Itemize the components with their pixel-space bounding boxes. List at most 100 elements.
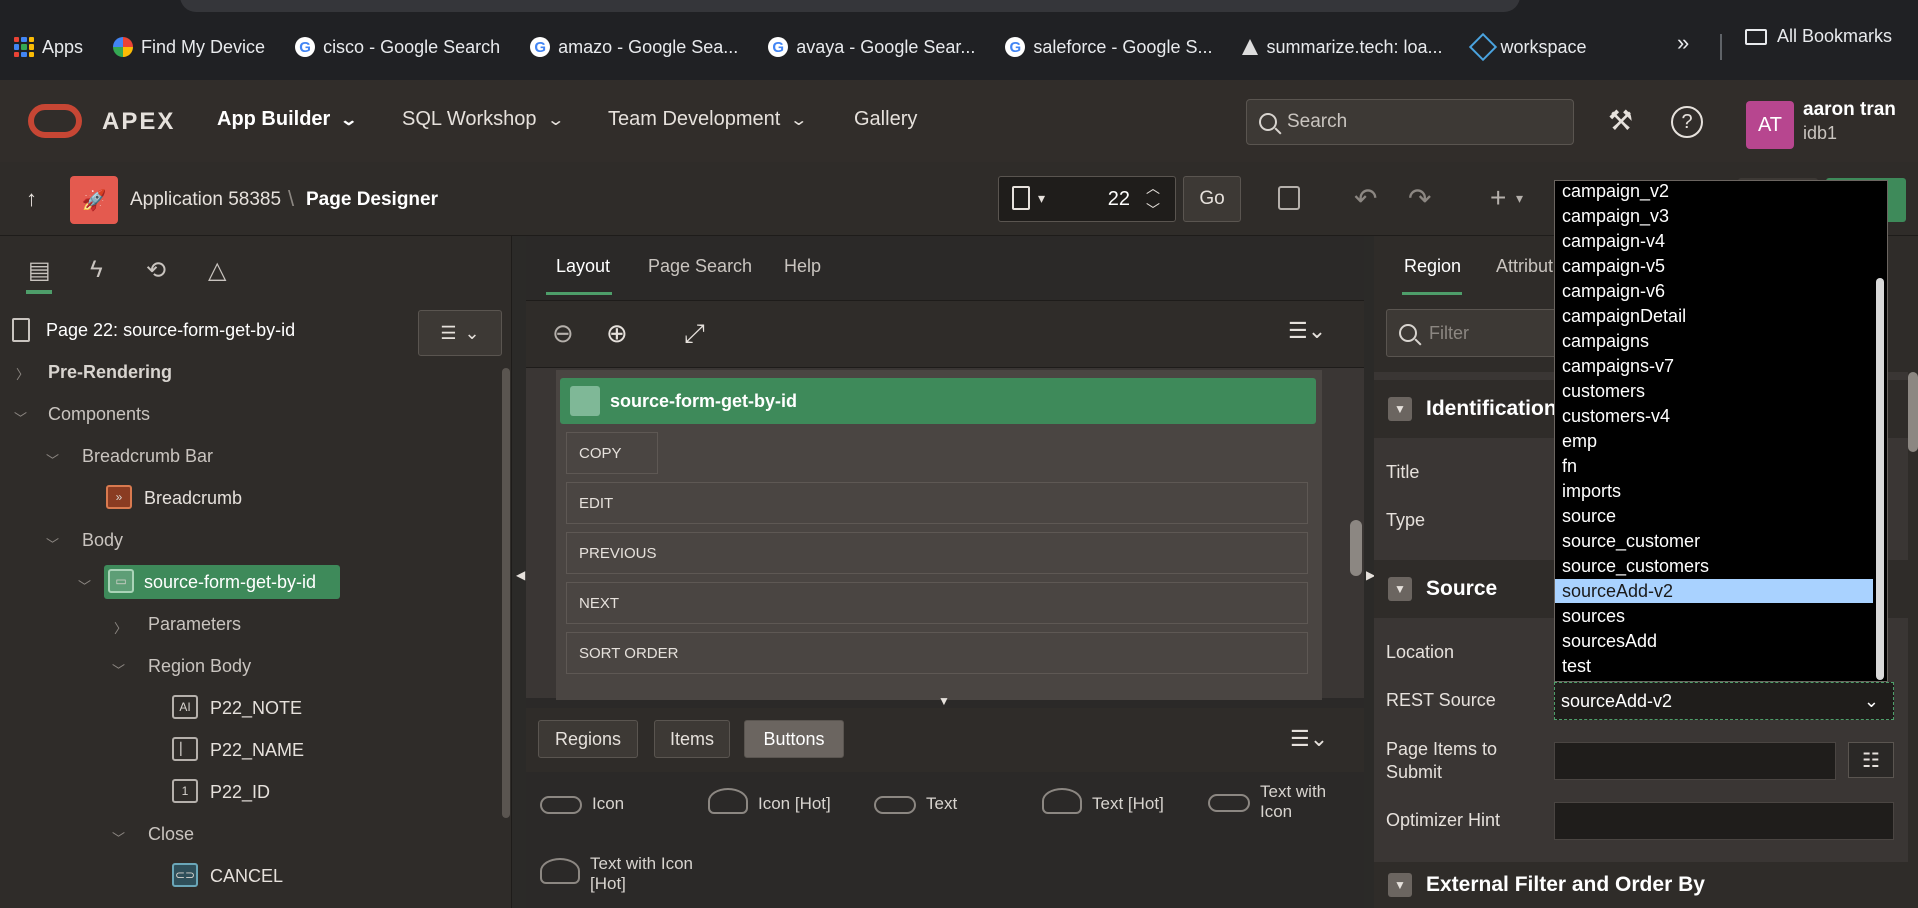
nav-gallery[interactable]: Gallery	[854, 108, 917, 131]
tree-item-p22-note[interactable]: P22_NOTE	[210, 698, 302, 719]
tab-page-search[interactable]: Page Search	[648, 256, 752, 277]
url-bar[interactable]	[180, 0, 1520, 12]
page-icon[interactable]	[1012, 186, 1030, 210]
dropdown-option[interactable]: sourceAdd-v2	[1555, 579, 1873, 603]
dropdown-option[interactable]: source_customer	[1555, 529, 1873, 553]
dropdown-option[interactable]: source	[1555, 504, 1873, 528]
canvas-button-next[interactable]: NEXT	[566, 582, 1308, 624]
dropdown-option[interactable]: customers	[1555, 379, 1873, 403]
tree-close[interactable]: Close	[148, 824, 194, 845]
gallery-item-icon-hot[interactable]: Icon [Hot]	[708, 788, 831, 814]
section-external-filter[interactable]: ▼ External Filter and Order By	[1374, 862, 1908, 908]
dropdown-option[interactable]: emp	[1555, 429, 1873, 453]
expand-icon[interactable]: ⤢	[684, 318, 705, 350]
help-icon[interactable]: ?	[1671, 106, 1703, 138]
canvas-button-copy[interactable]: COPY	[566, 432, 658, 474]
canvas-button-edit[interactable]: EDIT	[566, 482, 1308, 524]
tree-pre-rendering[interactable]: Pre-Rendering	[48, 362, 172, 383]
dropdown-option[interactable]: campaign-v6	[1555, 279, 1873, 303]
tree-item-p22-id[interactable]: P22_ID	[210, 782, 270, 803]
gallery-tab-buttons[interactable]: Buttons	[744, 720, 844, 758]
gallery-tab-items[interactable]: Items	[654, 720, 730, 758]
gallery-item-text[interactable]: Text	[874, 794, 957, 814]
page-items-to-submit-input[interactable]	[1554, 742, 1836, 780]
gallery-item-text-with-icon-hot[interactable]: Text with Icon [Hot]	[540, 854, 700, 894]
tree-breadcrumb-bar[interactable]: Breadcrumb Bar	[82, 446, 213, 467]
list-icon[interactable]: ☷	[1848, 742, 1894, 778]
tab-region[interactable]: Region	[1404, 256, 1461, 277]
tree-menu-button[interactable]: ☰ ⌄	[418, 310, 502, 356]
canvas-button-previous[interactable]: PREVIOUS	[566, 532, 1308, 574]
all-bookmarks-button[interactable]: All Bookmarks	[1745, 26, 1892, 47]
dropdown-option[interactable]: campaign-v5	[1555, 254, 1873, 278]
dropdown-option[interactable]: source_customers	[1555, 554, 1873, 578]
chevron-down-icon[interactable]: ▾	[1038, 190, 1045, 207]
optimizer-hint-input[interactable]	[1554, 802, 1894, 840]
bookmark-apps[interactable]: Apps	[14, 37, 83, 58]
dropdown-option[interactable]: campaign_v3	[1555, 204, 1873, 228]
chevron-down-icon[interactable]: ﹀	[112, 828, 125, 847]
gallery-item-icon[interactable]: Icon	[540, 794, 624, 814]
shared-components-tab-icon[interactable]: △	[208, 256, 226, 285]
processing-tab-icon[interactable]: ⟲	[146, 256, 166, 285]
tree-item-p22-name[interactable]: P22_NAME	[210, 740, 304, 761]
bookmarks-overflow-button[interactable]: »	[1677, 30, 1689, 56]
user-name[interactable]: aaron tran	[1803, 99, 1896, 121]
tab-help[interactable]: Help	[784, 256, 821, 277]
administration-icon[interactable]: ⚒	[1608, 104, 1633, 137]
dropdown-option[interactable]: campaign-v4	[1555, 229, 1873, 253]
splitter-down-icon[interactable]: ▼	[938, 694, 950, 708]
chevron-right-icon[interactable]: 〉	[114, 618, 127, 637]
property-scrollbar[interactable]	[1908, 372, 1918, 452]
rest-source-select[interactable]: sourceAdd-v2 ⌄	[1554, 682, 1894, 720]
chevron-down-icon[interactable]: ﹀	[46, 450, 59, 469]
zoom-out-icon[interactable]: ⊖	[552, 318, 574, 349]
dropdown-option[interactable]: campaignDetail	[1555, 304, 1873, 328]
redo-icon[interactable]: ↷	[1408, 182, 1431, 215]
chevron-right-icon[interactable]: 〉	[16, 364, 29, 383]
arrow-up-icon[interactable]: ↑	[26, 186, 37, 212]
global-search-input[interactable]: Search	[1246, 99, 1574, 145]
bookmark-avaya[interactable]: G avaya - Google Sear...	[768, 37, 975, 58]
dynamic-actions-tab-icon[interactable]: ϟ	[90, 256, 103, 284]
bookmark-summarize[interactable]: summarize.tech: loa...	[1242, 37, 1443, 58]
go-button[interactable]: Go	[1183, 176, 1241, 222]
left-panel-scrollbar[interactable]	[502, 368, 510, 818]
avatar[interactable]: AT	[1746, 101, 1794, 149]
tree-parameters[interactable]: Parameters	[148, 614, 241, 635]
dropdown-option[interactable]: sourcesAdd	[1555, 629, 1873, 653]
tab-layout[interactable]: Layout	[556, 256, 610, 277]
unlock-icon[interactable]	[1278, 186, 1300, 210]
page-number-value[interactable]: 22	[1070, 188, 1130, 211]
dropdown-option[interactable]: sources	[1555, 604, 1873, 628]
canvas-scrollbar[interactable]	[1350, 520, 1362, 576]
bookmark-cisco[interactable]: G cisco - Google Search	[295, 37, 500, 58]
chevron-down-icon[interactable]: ▾	[1516, 190, 1523, 207]
dropdown-option[interactable]: campaign_v2	[1555, 181, 1873, 203]
bookmark-find-my-device[interactable]: Find My Device	[113, 37, 265, 58]
bookmark-saleforce[interactable]: G saleforce - Google S...	[1005, 37, 1212, 58]
rocket-icon[interactable]: 🚀	[70, 176, 118, 224]
nav-team-development[interactable]: Team Development ⌄	[608, 108, 808, 131]
nav-sql-workshop[interactable]: SQL Workshop ⌄	[402, 108, 565, 131]
gallery-tab-regions[interactable]: Regions	[538, 720, 638, 758]
tree-page-node[interactable]: Page 22: source-form-get-by-id	[46, 320, 295, 341]
gallery-menu-icon[interactable]: ☰⌄	[1290, 726, 1328, 752]
nav-app-builder[interactable]: App Builder ⌄	[217, 108, 358, 131]
chevron-down-icon[interactable]: ﹀	[112, 660, 125, 679]
tab-attributes[interactable]: Attribut	[1496, 256, 1553, 277]
chevron-up-icon[interactable]: ︿	[1146, 178, 1160, 198]
oracle-logo-icon[interactable]	[28, 104, 82, 138]
layout-menu-icon[interactable]: ☰⌄	[1288, 318, 1326, 344]
dropdown-scrollbar[interactable]	[1876, 278, 1884, 680]
dropdown-option[interactable]: imports	[1555, 479, 1873, 503]
rendering-tab-icon[interactable]: ▤	[28, 256, 51, 285]
tree-breadcrumb[interactable]: Breadcrumb	[144, 488, 242, 509]
dropdown-option[interactable]: fn	[1555, 454, 1873, 478]
rest-source-dropdown-list[interactable]: campaign_v2 campaign_v3 campaign-v4 campaig…	[1554, 180, 1888, 682]
dropdown-option[interactable]: campaigns	[1555, 329, 1873, 353]
canvas-region-header[interactable]: source-form-get-by-id	[560, 378, 1316, 424]
breadcrumb-application[interactable]: Application 58385	[130, 189, 281, 211]
chevron-down-icon[interactable]: ﹀	[14, 408, 27, 427]
tree-button-cancel[interactable]: CANCEL	[210, 866, 283, 887]
